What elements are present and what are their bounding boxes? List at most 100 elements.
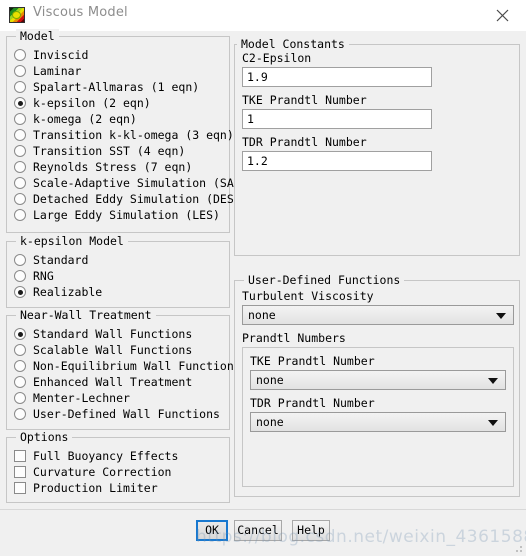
radio-detached-eddy-simulation[interactable]: Detached Eddy Simulation (DES) <box>14 191 241 207</box>
radio-circle-icon <box>14 145 26 157</box>
radio-enhanced-wall-treatment[interactable]: Enhanced Wall Treatment <box>14 374 192 390</box>
radio-label: Enhanced Wall Treatment <box>33 374 193 389</box>
radio-reynolds-stress[interactable]: Reynolds Stress (7 eqn) <box>14 159 192 175</box>
udf-tke-prandtl-select[interactable]: none <box>250 370 506 390</box>
radio-label: Scale-Adaptive Simulation (SAS) <box>33 175 248 190</box>
radio-circle-selected-icon <box>14 286 26 298</box>
radio-standard[interactable]: Standard <box>14 252 88 268</box>
radio-circle-icon <box>14 81 26 93</box>
radio-label: User-Defined Wall Functions <box>33 406 220 421</box>
radio-laminar[interactable]: Laminar <box>14 63 81 79</box>
radio-menter-lechner[interactable]: Menter-Lechner <box>14 390 130 406</box>
radio-inviscid[interactable]: Inviscid <box>14 47 88 63</box>
tdr-prandtl-number-label: TDR Prandtl Number <box>242 135 367 149</box>
options-group-label: Options <box>16 430 73 444</box>
radio-label: Laminar <box>33 63 82 78</box>
c2-epsilon-input[interactable]: 1.9 <box>242 67 432 87</box>
radio-standard-wall-functions[interactable]: Standard Wall Functions <box>14 326 192 342</box>
user-defined-functions-group: User-Defined Functions Turbulent Viscosi… <box>234 273 520 497</box>
ok-button[interactable]: OK <box>196 520 228 541</box>
button-bar-separator <box>0 509 526 510</box>
checkbox-icon <box>14 450 26 462</box>
checkbox-full-buoyancy-effects[interactable]: Full Buoyancy Effects <box>14 448 178 464</box>
title-bar: Viscous Model <box>0 0 526 31</box>
radio-large-eddy-simulation[interactable]: Large Eddy Simulation (LES) <box>14 207 220 223</box>
radio-circle-icon <box>14 193 26 205</box>
radio-scale-adaptive-simulation[interactable]: Scale-Adaptive Simulation (SAS) <box>14 175 248 191</box>
radio-non-equilibrium-wall-functions[interactable]: Non-Equilibrium Wall Functions <box>14 358 241 374</box>
radio-transition-k-kl-omega[interactable]: Transition k-kl-omega (3 eqn) <box>14 127 234 143</box>
radio-label: Menter-Lechner <box>33 390 130 405</box>
turbulent-viscosity-value: none <box>248 308 276 322</box>
model-constants-group-label: Model Constants <box>237 37 349 51</box>
radio-circle-selected-icon <box>14 328 26 340</box>
radio-k-omega[interactable]: k-omega (2 eqn) <box>14 111 137 127</box>
radio-label: Transition k-kl-omega (3 eqn) <box>33 127 234 142</box>
radio-k-epsilon[interactable]: k-epsilon (2 eqn) <box>14 95 151 111</box>
chevron-down-icon <box>496 313 506 319</box>
radio-circle-icon <box>14 129 26 141</box>
prandtl-numbers-subgroup: TKE Prandtl Number none TDR Prandtl Numb… <box>242 347 514 487</box>
radio-user-defined-wall-functions[interactable]: User-Defined Wall Functions <box>14 406 220 422</box>
prandtl-numbers-label: Prandtl Numbers <box>242 331 346 345</box>
viscous-model-dialog: Viscous Model Model Inviscid Laminar Spa… <box>0 0 526 556</box>
radio-label: Detached Eddy Simulation (DES) <box>33 191 241 206</box>
tke-prandtl-number-label: TKE Prandtl Number <box>242 93 367 107</box>
radio-circle-icon <box>14 254 26 266</box>
radio-label: Spalart-Allmaras (1 eqn) <box>33 79 200 94</box>
radio-scalable-wall-functions[interactable]: Scalable Wall Functions <box>14 342 192 358</box>
k-epsilon-model-group: k-epsilon Model Standard RNG Realizable <box>6 234 230 308</box>
help-button[interactable]: Help <box>292 520 330 541</box>
radio-circle-icon <box>14 177 26 189</box>
checkbox-label: Curvature Correction <box>33 464 172 479</box>
radio-circle-icon <box>14 270 26 282</box>
radio-rng[interactable]: RNG <box>14 268 54 284</box>
radio-label: Non-Equilibrium Wall Functions <box>33 358 241 373</box>
checkbox-production-limiter[interactable]: Production Limiter <box>14 480 158 496</box>
radio-realizable[interactable]: Realizable <box>14 284 102 300</box>
radio-label: Reynolds Stress (7 eqn) <box>33 159 193 174</box>
radio-circle-icon <box>14 344 26 356</box>
close-icon <box>496 9 509 22</box>
radio-circle-icon <box>14 161 26 173</box>
turbulent-viscosity-select[interactable]: none <box>242 305 514 325</box>
c2-epsilon-label: C2-Epsilon <box>242 51 312 65</box>
radio-spalart-allmaras[interactable]: Spalart-Allmaras (1 eqn) <box>14 79 199 95</box>
radio-circle-icon <box>14 49 26 61</box>
chevron-down-icon <box>488 420 498 426</box>
radio-label: Transition SST (4 eqn) <box>33 143 186 158</box>
radio-circle-icon <box>14 408 26 420</box>
model-constants-group: Model Constants C2-Epsilon 1.9 TKE Prand… <box>234 37 520 256</box>
checkbox-icon <box>14 466 26 478</box>
close-button[interactable] <box>481 0 526 29</box>
radio-label: Inviscid <box>33 47 89 62</box>
tke-prandtl-number-input[interactable]: 1 <box>242 109 432 129</box>
k-epsilon-model-group-label: k-epsilon Model <box>16 234 128 248</box>
resize-grip[interactable] <box>513 543 523 553</box>
udf-tdr-prandtl-label: TDR Prandtl Number <box>250 396 375 410</box>
radio-circle-icon <box>14 209 26 221</box>
udf-tke-prandtl-label: TKE Prandtl Number <box>250 354 375 368</box>
radio-label: Scalable Wall Functions <box>33 342 193 357</box>
checkbox-icon <box>14 482 26 494</box>
model-group: Model Inviscid Laminar Spalart-Allmaras … <box>6 29 248 233</box>
near-wall-treatment-group: Near-Wall Treatment Standard Wall Functi… <box>6 308 241 430</box>
radio-label: Realizable <box>33 284 103 299</box>
radio-label: Standard <box>33 252 89 267</box>
radio-circle-icon <box>14 65 26 77</box>
udf-tke-prandtl-value: none <box>256 373 284 387</box>
tdr-prandtl-number-input[interactable]: 1.2 <box>242 151 432 171</box>
radio-label: k-omega (2 eqn) <box>33 111 137 126</box>
radio-circle-icon <box>14 360 26 372</box>
udf-tdr-prandtl-select[interactable]: none <box>250 412 506 432</box>
radio-transition-sst[interactable]: Transition SST (4 eqn) <box>14 143 185 159</box>
cancel-button[interactable]: Cancel <box>234 520 282 541</box>
checkbox-curvature-correction[interactable]: Curvature Correction <box>14 464 171 480</box>
radio-label: Standard Wall Functions <box>33 326 193 341</box>
radio-circle-selected-icon <box>14 97 26 109</box>
radio-label: Large Eddy Simulation (LES) <box>33 207 220 222</box>
radio-circle-icon <box>14 113 26 125</box>
options-group: Options Full Buoyancy Effects Curvature … <box>6 430 230 503</box>
checkbox-label: Production Limiter <box>33 480 158 495</box>
button-bar: OK Cancel Help <box>0 512 526 556</box>
